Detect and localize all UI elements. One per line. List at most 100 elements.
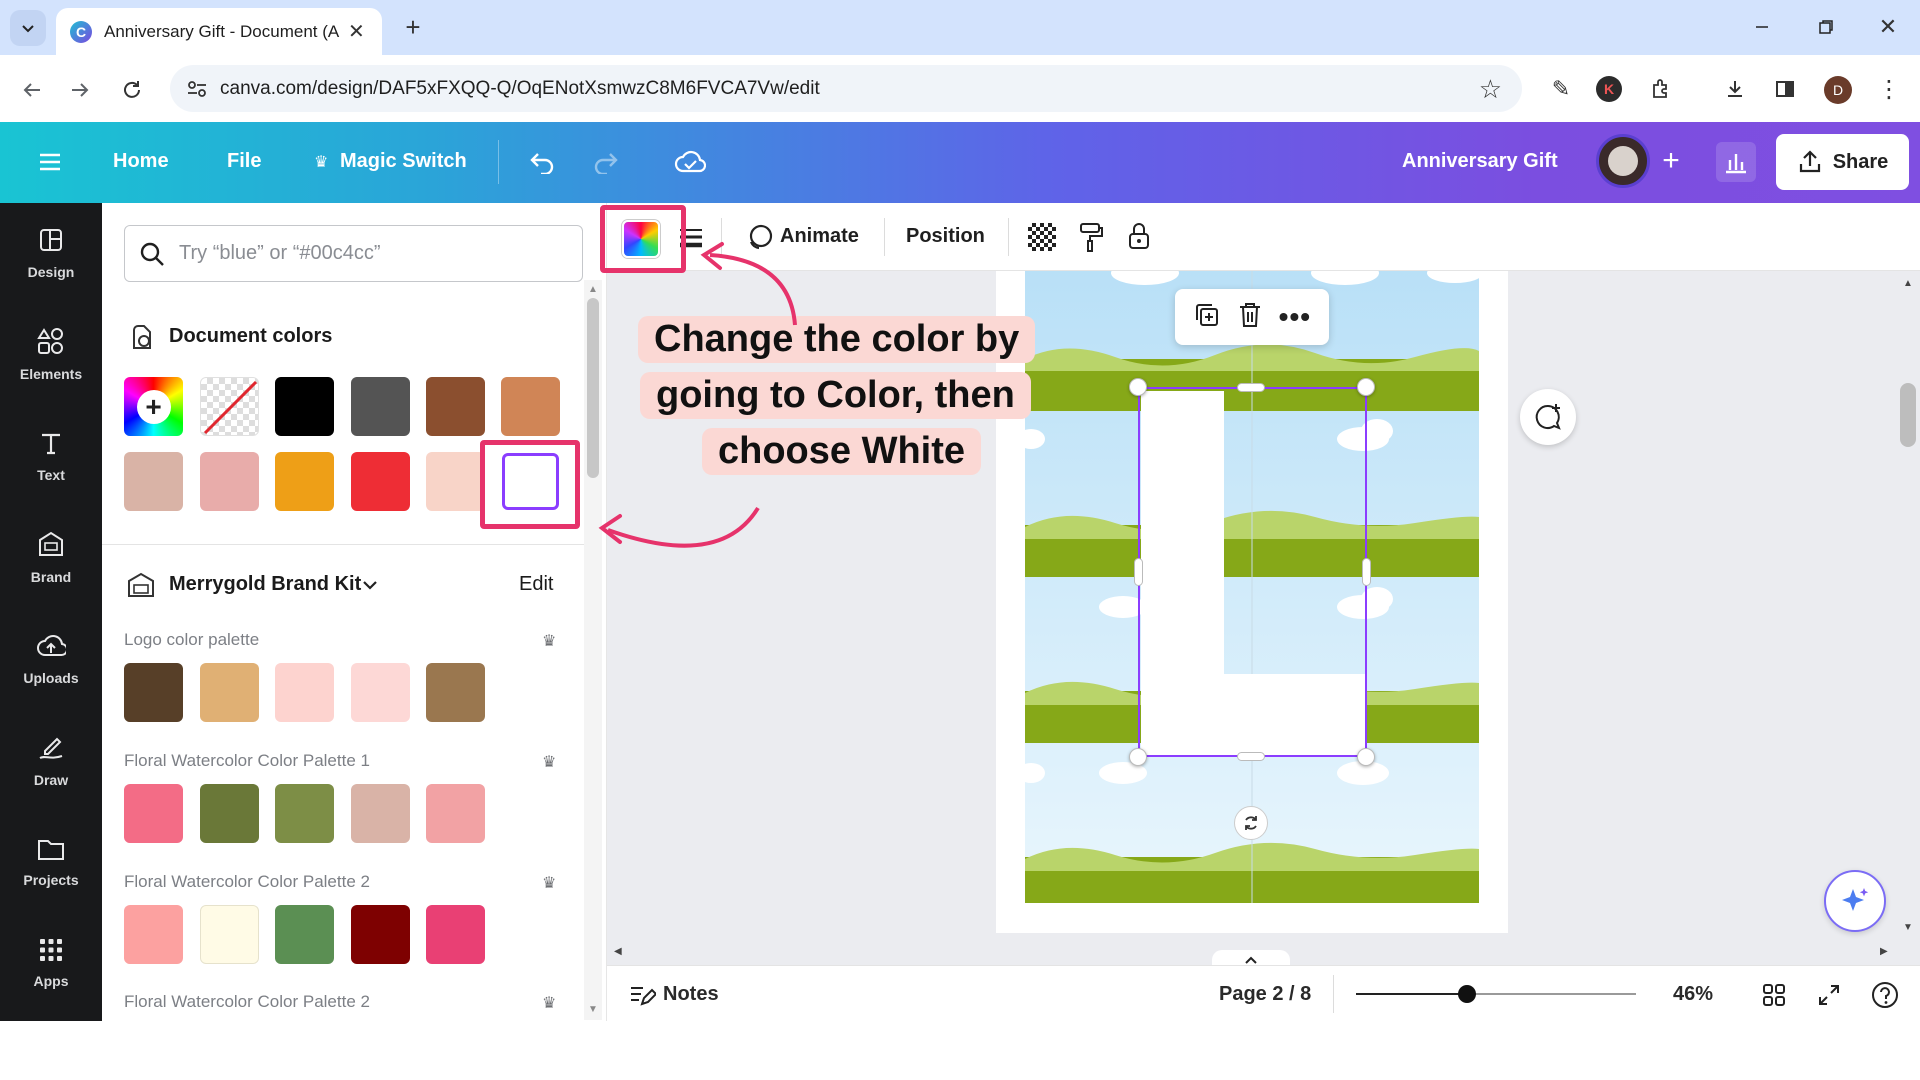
grid-view-icon[interactable] bbox=[1757, 978, 1791, 1012]
position-button[interactable]: Position bbox=[906, 225, 985, 248]
brand-color-swatch[interactable] bbox=[351, 784, 410, 843]
notes-button[interactable]: Notes bbox=[663, 983, 719, 1006]
color-swatch[interactable] bbox=[426, 452, 485, 511]
resize-handle-bottom-right[interactable] bbox=[1357, 748, 1375, 766]
rotate-handle-icon[interactable] bbox=[1234, 806, 1268, 840]
canvas-scroll-thumb[interactable] bbox=[1900, 383, 1916, 447]
insights-chart-icon[interactable] bbox=[1716, 142, 1756, 182]
color-swatch[interactable] bbox=[426, 377, 485, 436]
share-button[interactable]: Share bbox=[1776, 134, 1909, 190]
rail-item-apps[interactable]: Apps bbox=[0, 919, 102, 1009]
brand-color-swatch[interactable] bbox=[200, 784, 259, 843]
canvas-scrollbar[interactable] bbox=[1898, 271, 1920, 939]
duplicate-icon[interactable] bbox=[1193, 301, 1221, 334]
magic-assistant-icon[interactable] bbox=[1824, 870, 1886, 932]
lock-icon[interactable] bbox=[1122, 218, 1156, 254]
paint-roller-icon[interactable] bbox=[1074, 220, 1108, 254]
resize-handle-top-right[interactable] bbox=[1357, 378, 1375, 396]
cloud-saved-icon[interactable] bbox=[670, 144, 710, 180]
canvas-scroll-right-icon[interactable]: ▶ bbox=[1880, 946, 1888, 957]
color-swatch[interactable] bbox=[275, 377, 334, 436]
brand-color-swatch[interactable] bbox=[200, 905, 259, 964]
extensions-puzzle-icon[interactable] bbox=[1644, 72, 1678, 106]
reload-icon[interactable] bbox=[114, 72, 150, 108]
tab-search-chevron-icon[interactable] bbox=[10, 10, 46, 46]
selection-frame[interactable] bbox=[1138, 387, 1367, 757]
brand-color-swatch[interactable] bbox=[275, 784, 334, 843]
tab-close-icon[interactable]: ✕ bbox=[348, 19, 365, 44]
brand-color-swatch[interactable] bbox=[426, 784, 485, 843]
file-menu[interactable]: File bbox=[227, 150, 261, 173]
more-options-icon[interactable]: ••• bbox=[1279, 301, 1311, 333]
rail-item-brand[interactable]: Brand bbox=[0, 513, 102, 603]
k-extension-icon[interactable]: K bbox=[1596, 76, 1622, 102]
zoom-slider-knob[interactable] bbox=[1458, 985, 1476, 1003]
profile-avatar[interactable]: D bbox=[1824, 76, 1852, 104]
brand-color-swatch[interactable] bbox=[124, 784, 183, 843]
forward-icon[interactable] bbox=[62, 72, 98, 108]
canvas-scroll-left-icon[interactable]: ◀ bbox=[614, 946, 622, 957]
user-avatar[interactable] bbox=[1596, 134, 1650, 188]
color-search-input[interactable]: Try “blue” or “#00c4cc” bbox=[124, 225, 583, 282]
undo-icon[interactable] bbox=[524, 144, 560, 180]
minimize-icon[interactable] bbox=[1742, 12, 1782, 42]
resize-handle-right[interactable] bbox=[1362, 558, 1371, 586]
color-swatch[interactable] bbox=[351, 452, 410, 511]
eyedropper-extension-icon[interactable]: ✎ bbox=[1544, 72, 1578, 106]
address-bar[interactable]: canva.com/design/DAF5xFXQQ-Q/OqENotXsmwz… bbox=[170, 65, 1522, 112]
transparency-icon[interactable] bbox=[1028, 223, 1056, 251]
rail-item-draw[interactable]: Draw bbox=[0, 716, 102, 806]
notes-icon[interactable] bbox=[628, 982, 658, 1013]
zoom-slider[interactable] bbox=[1356, 985, 1636, 1003]
new-tab-icon[interactable]: + bbox=[398, 12, 428, 42]
zoom-percent[interactable]: 46% bbox=[1673, 983, 1713, 1006]
resize-handle-bottom[interactable] bbox=[1237, 752, 1265, 761]
resize-handle-left[interactable] bbox=[1134, 558, 1143, 586]
panel-scroll-thumb[interactable] bbox=[587, 298, 599, 478]
rail-item-design[interactable]: Design bbox=[0, 208, 102, 298]
color-swatch[interactable] bbox=[351, 377, 410, 436]
close-window-icon[interactable]: ✕ bbox=[1868, 12, 1908, 42]
delete-trash-icon[interactable] bbox=[1237, 301, 1263, 334]
brand-color-swatch[interactable] bbox=[124, 905, 183, 964]
brand-color-swatch[interactable] bbox=[275, 905, 334, 964]
transparent-swatch[interactable] bbox=[200, 377, 259, 436]
resize-handle-top-left[interactable] bbox=[1129, 378, 1147, 396]
help-icon[interactable] bbox=[1868, 978, 1902, 1012]
color-swatch[interactable] bbox=[124, 452, 183, 511]
home-link[interactable]: Home bbox=[113, 150, 169, 173]
brand-color-swatch[interactable] bbox=[351, 663, 410, 722]
page-indicator[interactable]: Page 2 / 8 bbox=[1219, 983, 1311, 1006]
resize-handle-bottom-left[interactable] bbox=[1129, 748, 1147, 766]
scroll-down-arrow-icon[interactable]: ▼ bbox=[588, 1004, 598, 1015]
brand-kit-edit-link[interactable]: Edit bbox=[519, 573, 553, 596]
browser-menu-icon[interactable]: ⋮ bbox=[1874, 72, 1904, 106]
hamburger-menu-icon[interactable] bbox=[34, 146, 66, 178]
side-panel-icon[interactable] bbox=[1768, 72, 1802, 106]
brand-kit-chevron-down-icon[interactable] bbox=[362, 578, 378, 597]
color-swatch[interactable] bbox=[501, 377, 560, 436]
back-icon[interactable] bbox=[14, 72, 50, 108]
rail-item-elements[interactable]: Elements bbox=[0, 310, 102, 400]
site-info-icon[interactable] bbox=[186, 78, 208, 105]
rail-item-uploads[interactable]: Uploads bbox=[0, 614, 102, 704]
brand-kit-title[interactable]: Merrygold Brand Kit bbox=[169, 573, 361, 596]
brand-color-swatch[interactable] bbox=[426, 663, 485, 722]
color-swatch[interactable] bbox=[275, 452, 334, 511]
fullscreen-icon[interactable] bbox=[1812, 978, 1846, 1012]
canvas-scroll-down-icon[interactable]: ▼ bbox=[1903, 922, 1913, 933]
brand-color-swatch[interactable] bbox=[426, 905, 485, 964]
rail-item-projects[interactable]: Projects bbox=[0, 817, 102, 907]
brand-color-swatch[interactable] bbox=[275, 663, 334, 722]
brand-color-swatch[interactable] bbox=[200, 663, 259, 722]
tab-anniversary-gift[interactable]: C Anniversary Gift - Document (A ✕ bbox=[56, 8, 382, 55]
brand-color-swatch[interactable] bbox=[124, 663, 183, 722]
scroll-up-arrow-icon[interactable]: ▲ bbox=[588, 284, 598, 295]
bookmark-star-icon[interactable]: ☆ bbox=[1479, 74, 1502, 105]
invite-plus-icon[interactable]: + bbox=[1654, 144, 1688, 178]
magic-switch-button[interactable]: Magic Switch bbox=[340, 150, 467, 173]
add-color-swatch[interactable]: + bbox=[124, 377, 183, 436]
color-swatch[interactable] bbox=[200, 452, 259, 511]
restore-icon[interactable] bbox=[1806, 12, 1846, 42]
document-title[interactable]: Anniversary Gift bbox=[1402, 150, 1558, 173]
